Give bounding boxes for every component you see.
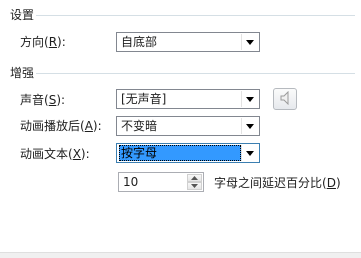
chevron-down-icon[interactable] [241, 118, 258, 134]
speaker-icon [280, 90, 290, 108]
sound-dropdown[interactable]: [无声音] [116, 89, 260, 109]
delay-percent-spinner[interactable]: 10 [118, 172, 204, 192]
sound-value: [无声音] [121, 92, 167, 106]
animate-text-value: 按字母 [119, 145, 241, 161]
settings-group-title: 设置 [10, 8, 35, 22]
chevron-down-icon[interactable] [241, 34, 258, 50]
sound-settings-button[interactable] [273, 88, 297, 110]
chevron-down-icon[interactable] [241, 91, 258, 107]
direction-label: 方向(R): [20, 35, 66, 49]
direction-value: 自底部 [121, 35, 158, 49]
after-animation-label: 动画播放后(A): [20, 119, 102, 133]
chevron-down-icon[interactable] [241, 145, 258, 161]
direction-dropdown[interactable]: 自底部 [116, 32, 260, 52]
after-animation-value: 不变暗 [121, 119, 158, 133]
animate-text-dropdown[interactable]: 按字母 [116, 143, 260, 163]
spin-down-icon[interactable] [187, 182, 202, 190]
animate-text-label: 动画文本(X): [20, 147, 90, 161]
enhance-group-title: 增强 [10, 66, 35, 80]
enhance-group-divider [36, 73, 355, 74]
sound-label: 声音(S): [20, 93, 66, 107]
bottom-edge [0, 252, 361, 258]
after-animation-dropdown[interactable]: 不变暗 [116, 116, 260, 136]
delay-percent-label: 字母之间延迟百分比(D) [214, 176, 341, 190]
delay-percent-value[interactable]: 10 [123, 174, 138, 190]
settings-group-divider [36, 15, 355, 16]
spin-up-icon[interactable] [187, 174, 202, 182]
